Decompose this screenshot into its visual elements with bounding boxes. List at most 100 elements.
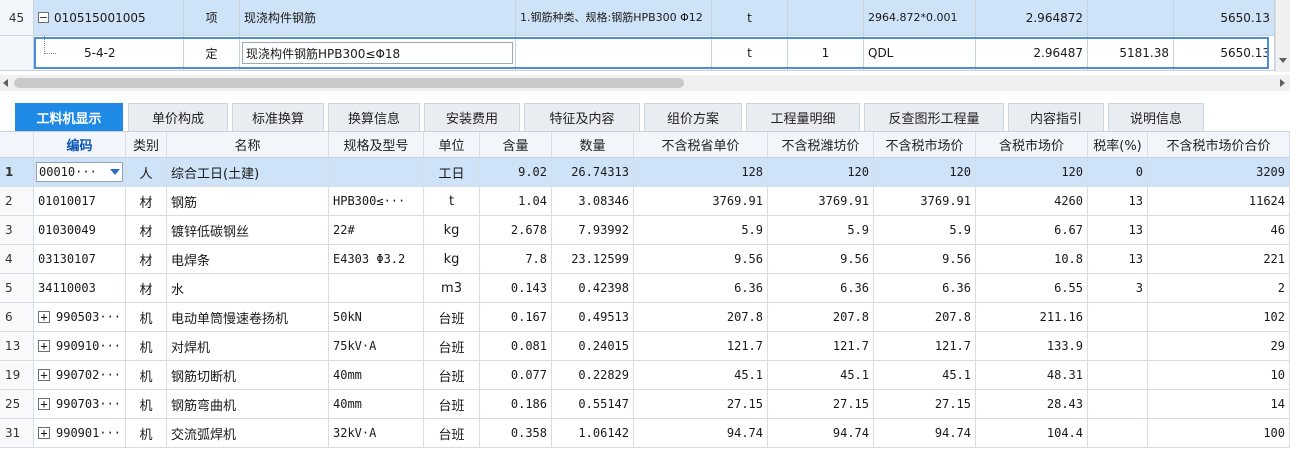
market-price-with-tax-cell[interactable]: 48.31 [976,361,1088,389]
code-cell[interactable]: +990901··· [34,419,126,447]
name-cell[interactable]: 水 [167,274,329,302]
total-cell[interactable]: 5650.13 [1174,36,1275,70]
top-grid-row[interactable]: 5-4-2 定 现浇构件钢筋HPB300≤Φ18 t 1 QDL 2.96487… [0,36,1275,71]
category-cell[interactable]: 机 [126,419,167,447]
code-cell[interactable]: 5-4-2 [34,36,184,70]
market-total-cell[interactable]: 3209 [1148,158,1290,186]
tax-rate-cell[interactable] [1088,361,1148,389]
column-header[interactable]: 单位 [424,132,480,157]
tax-rate-cell[interactable] [1088,303,1148,331]
column-header[interactable]: 含税市场价 [976,132,1088,157]
market-price-cell[interactable]: 45.1 [874,361,976,389]
code-dropdown-input[interactable]: 00010··· [36,162,123,182]
spec-cell[interactable]: 40mm [329,361,424,389]
unit-cell[interactable]: kg [424,216,480,244]
name-cell[interactable]: 对焊机 [167,332,329,360]
tax-rate-cell[interactable]: 13 [1088,187,1148,215]
category-cell[interactable]: 材 [126,245,167,273]
column-header[interactable]: 数量 [552,132,634,157]
column-header[interactable]: 不含税市场价 [874,132,976,157]
province-price-cell[interactable]: 45.1 [634,361,768,389]
column-header[interactable]: 不含税省单价 [634,132,768,157]
weifang-price-cell[interactable]: 120 [768,158,874,186]
unit-cell[interactable]: m3 [424,274,480,302]
table-row[interactable]: 5 34110003 材水 m3 0.143 0.42398 6.36 6.36 6.36 6.5… [0,274,1290,303]
minus-box-icon[interactable]: − [38,12,49,23]
tab-unit-price-composition[interactable]: 单价构成 [128,103,228,131]
market-price-cell[interactable]: 9.56 [874,245,976,273]
unit-cell[interactable]: 工日 [424,158,480,186]
plus-box-icon[interactable]: + [38,311,50,323]
tax-rate-cell[interactable] [1088,419,1148,447]
name-cell[interactable]: 电焊条 [167,245,329,273]
unit-cell[interactable]: t [424,187,480,215]
type-cell[interactable]: 定 [184,36,240,70]
province-price-cell[interactable]: 27.15 [634,390,768,418]
spec-cell[interactable]: 75kV·A [329,332,424,360]
tax-rate-cell[interactable]: 3 [1088,274,1148,302]
category-cell[interactable]: 人 [126,158,167,186]
content-cell[interactable]: 0.358 [480,419,552,447]
code-cell[interactable]: 00010··· [34,158,126,186]
column-header[interactable]: 编码 [34,132,126,157]
province-price-cell[interactable]: 6.36 [634,274,768,302]
spec-cell[interactable]: E4303 Φ3.2 [329,245,424,273]
scroll-right-arrow-icon[interactable] [1280,79,1285,87]
market-price-with-tax-cell[interactable]: 28.43 [976,390,1088,418]
plus-box-icon[interactable]: + [38,427,50,439]
market-price-cell[interactable]: 207.8 [874,303,976,331]
province-price-cell[interactable]: 207.8 [634,303,768,331]
coef-cell[interactable] [788,0,864,35]
tax-rate-cell[interactable]: 13 [1088,216,1148,244]
market-total-cell[interactable]: 46 [1148,216,1290,244]
market-price-cell[interactable]: 5.9 [874,216,976,244]
column-header[interactable]: 不含税潍坊价 [768,132,874,157]
quantity-cell[interactable]: 23.12599 [552,245,634,273]
tab-features-content[interactable]: 特征及内容 [524,103,640,131]
tab-pricing-plan[interactable]: 组价方案 [644,103,742,131]
column-header[interactable]: 规格及型号 [329,132,424,157]
expr-cell[interactable]: QDL [864,36,976,70]
unit-cell[interactable]: t [712,0,788,35]
code-cell[interactable]: 34110003 [34,274,126,302]
code-cell[interactable]: +990702··· [34,361,126,389]
name-edit-input[interactable]: 现浇构件钢筋HPB300≤Φ18 [242,42,513,64]
province-price-cell[interactable]: 128 [634,158,768,186]
table-row[interactable]: 2 01010017 材钢筋 HPB300≤··· t 1.04 3.08346 3769.9… [0,187,1290,216]
market-total-cell[interactable]: 2 [1148,274,1290,302]
market-price-with-tax-cell[interactable]: 104.4 [976,419,1088,447]
name-cell[interactable]: 现浇构件钢筋HPB300≤Φ18 [240,36,516,70]
content-cell[interactable]: 2.678 [480,216,552,244]
unit-cell[interactable]: 台班 [424,332,480,360]
market-total-cell[interactable]: 14 [1148,390,1290,418]
weifang-price-cell[interactable]: 207.8 [768,303,874,331]
tax-rate-cell[interactable]: 13 [1088,245,1148,273]
quantity-cell[interactable]: 2.96487 [976,36,1088,70]
quantity-cell[interactable]: 0.42398 [552,274,634,302]
market-total-cell[interactable]: 221 [1148,245,1290,273]
name-cell[interactable]: 交流弧焊机 [167,419,329,447]
content-cell[interactable]: 0.081 [480,332,552,360]
tab-standard-conversion[interactable]: 标准换算 [232,103,324,131]
table-row[interactable]: 13 +990910··· 机对焊机 75kV·A 台班 0.081 0.24015 121.… [0,332,1290,361]
market-price-with-tax-cell[interactable]: 10.8 [976,245,1088,273]
unit-cell[interactable]: 台班 [424,361,480,389]
quantity-cell[interactable]: 0.22829 [552,361,634,389]
province-price-cell[interactable]: 94.74 [634,419,768,447]
category-cell[interactable]: 材 [126,274,167,302]
scroll-down-arrow-icon[interactable] [1279,58,1287,63]
market-price-with-tax-cell[interactable]: 6.55 [976,274,1088,302]
quantity-cell[interactable]: 0.24015 [552,332,634,360]
unit-cell[interactable]: 台班 [424,419,480,447]
category-cell[interactable]: 机 [126,332,167,360]
code-cell[interactable]: − 010515001005 [34,0,184,35]
unit-price-cell[interactable] [1088,0,1174,35]
spec-cell[interactable]: 32kV·A [329,419,424,447]
market-price-with-tax-cell[interactable]: 6.67 [976,216,1088,244]
quantity-cell[interactable]: 26.74313 [552,158,634,186]
weifang-price-cell[interactable]: 3769.91 [768,187,874,215]
tab-graphic-quantity-lookup[interactable]: 反查图形工程量 [864,103,1004,131]
plus-box-icon[interactable]: + [38,340,50,352]
market-total-cell[interactable]: 10 [1148,361,1290,389]
plus-box-icon[interactable]: + [38,369,50,381]
